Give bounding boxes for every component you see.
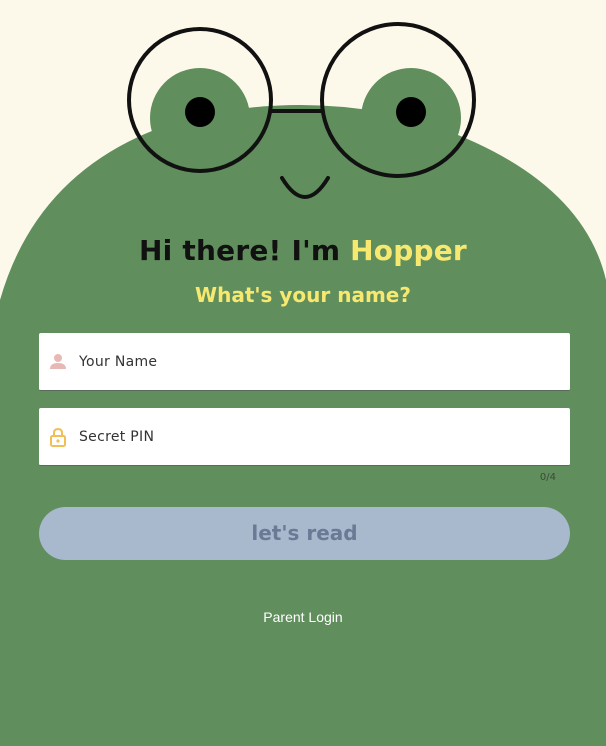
- mascot-name: Hopper: [350, 234, 467, 267]
- name-field-placeholder: Your Name: [79, 354, 158, 370]
- pin-field[interactable]: Secret PIN: [39, 408, 570, 466]
- frog-right-pupil: [396, 97, 426, 127]
- lets-read-button[interactable]: let's read: [39, 507, 570, 560]
- frog-left-pupil: [185, 97, 215, 127]
- name-field[interactable]: Your Name: [39, 333, 570, 391]
- pin-field-placeholder: Secret PIN: [79, 429, 155, 445]
- greeting-prefix: Hi there! I'm: [139, 234, 351, 267]
- pin-character-counter: 0/4: [539, 472, 556, 483]
- parent-login-link[interactable]: Parent Login: [0, 609, 606, 625]
- greeting-title: Hi there! I'm Hopper: [0, 234, 606, 267]
- lock-icon: [50, 427, 66, 447]
- name-question: What's your name?: [195, 283, 411, 307]
- person-icon: [50, 354, 66, 369]
